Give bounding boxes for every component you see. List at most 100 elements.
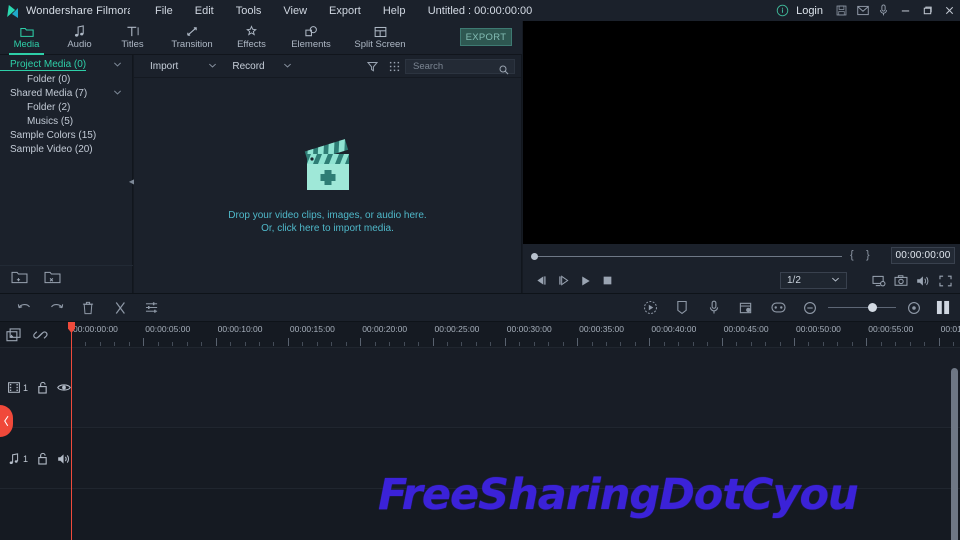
color-match-icon[interactable] [762, 293, 794, 322]
snapshot-icon[interactable] [890, 268, 912, 293]
preview-quality-select[interactable]: 1/2 [780, 272, 847, 289]
menu-export[interactable]: Export [318, 3, 372, 19]
chevron-down-icon[interactable] [113, 60, 122, 72]
chevron-down-icon[interactable] [113, 88, 122, 100]
preview-quality-value: 1/2 [787, 275, 801, 286]
unlock-icon[interactable] [37, 381, 48, 394]
play-icon[interactable] [574, 268, 596, 293]
eye-icon[interactable] [57, 382, 71, 393]
search-icon[interactable] [499, 62, 509, 80]
tab-transition[interactable]: Transition [159, 21, 225, 55]
tree-item-project-media[interactable]: Project Media (0) [0, 58, 132, 72]
tree-item-musics[interactable]: Musics (5) [0, 114, 132, 128]
preview-timecode[interactable]: 00:00:00:00 [891, 247, 955, 264]
tab-media[interactable]: Media [0, 21, 53, 55]
ruler-label: 00:00:50:00 [796, 324, 841, 334]
login-button[interactable]: Login [793, 5, 831, 17]
record-dropdown-chevron-down-icon[interactable] [265, 61, 292, 72]
scrubber-track[interactable] [532, 256, 842, 257]
mark-out-button[interactable]: } [866, 249, 870, 261]
timeline-zoom-slider[interactable] [826, 293, 898, 322]
ruler-minor-tick [230, 342, 231, 346]
record-button[interactable]: Record [217, 61, 264, 72]
funnel-icon[interactable] [361, 55, 383, 78]
ruler-minor-tick [635, 342, 636, 346]
video-preview-canvas[interactable] [523, 21, 960, 244]
tree-item-sample-colors[interactable]: Sample Colors (15) [0, 128, 132, 142]
zoom-fit-icon[interactable] [898, 293, 930, 322]
voiceover-icon[interactable] [698, 293, 730, 322]
timeline-ruler[interactable]: 00:00:00:0000:00:05:0000:00:10:0000:00:1… [71, 322, 960, 348]
ruler-minor-tick [592, 342, 593, 346]
crop-icon[interactable] [730, 293, 762, 322]
delete-folder-icon[interactable] [44, 270, 61, 289]
menu-tools[interactable]: Tools [225, 3, 273, 19]
redo-icon[interactable] [40, 293, 72, 322]
ruler-major-tick [143, 338, 144, 346]
media-dropzone[interactable]: Drop your video clips, images, or audio … [134, 78, 521, 293]
tab-audio-label: Audio [67, 39, 91, 50]
video-track-body[interactable] [71, 348, 960, 427]
menu-help[interactable]: Help [372, 3, 417, 19]
menu-view[interactable]: View [272, 3, 318, 19]
transport-row: 1/2 [523, 268, 960, 293]
mic-icon[interactable] [873, 0, 894, 21]
fullscreen-icon[interactable] [934, 268, 956, 293]
timeline-vertical-scrollbar[interactable] [951, 368, 958, 540]
chevron-down-icon[interactable] [831, 275, 840, 287]
grid-view-icon[interactable] [383, 55, 405, 78]
preview-panel: { } 00:00:00:00 1/2 [523, 21, 960, 293]
ruler-major-tick [722, 338, 723, 346]
zoom-out-icon[interactable] [794, 293, 826, 322]
import-button[interactable]: Import [134, 61, 178, 72]
search-input[interactable] [406, 61, 496, 72]
tab-audio[interactable]: Audio [53, 21, 106, 55]
tab-titles[interactable]: Titles [106, 21, 159, 55]
scrubber-handle[interactable] [531, 253, 538, 260]
video-track-1[interactable]: 1 [0, 348, 960, 428]
speaker-icon[interactable] [57, 453, 71, 465]
mail-icon[interactable] [852, 0, 873, 21]
music-note-icon [73, 25, 86, 38]
delete-icon[interactable] [72, 293, 104, 322]
split-icon[interactable] [104, 293, 136, 322]
new-folder-icon[interactable] [11, 270, 28, 289]
menu-edit[interactable]: Edit [184, 3, 225, 19]
marker-icon[interactable] [666, 293, 698, 322]
link-icon[interactable] [33, 328, 48, 342]
close-button[interactable] [938, 0, 960, 21]
add-track-icon[interactable] [6, 328, 21, 342]
render-preview-icon[interactable] [634, 293, 666, 322]
ruler-minor-tick [765, 342, 766, 346]
timeline-layout-icon[interactable] [930, 293, 956, 322]
export-button[interactable]: EXPORT [460, 28, 512, 46]
minimize-button[interactable] [894, 0, 916, 21]
search-box[interactable] [405, 59, 515, 74]
save-icon[interactable] [831, 0, 852, 21]
ruler-major-tick [360, 338, 361, 346]
menu-file[interactable]: File [144, 3, 184, 19]
timeline-playhead[interactable] [71, 322, 72, 540]
tree-item-folder-0[interactable]: Folder (0) [0, 72, 132, 86]
undo-icon[interactable] [8, 293, 40, 322]
maximize-button[interactable] [916, 0, 938, 21]
tab-effects[interactable]: Effects [225, 21, 278, 55]
info-icon[interactable] [772, 0, 793, 21]
adjust-icon[interactable] [136, 293, 168, 322]
zoom-slider-handle[interactable] [868, 303, 877, 312]
prev-frame-icon[interactable] [530, 268, 552, 293]
tree-item-shared-media[interactable]: Shared Media (7) [0, 86, 132, 100]
next-frame-icon[interactable] [552, 268, 574, 293]
mark-in-button[interactable]: { [850, 249, 854, 261]
import-dropdown-chevron-down-icon[interactable] [178, 61, 217, 72]
stop-icon[interactable] [596, 268, 618, 293]
display-settings-icon[interactable] [868, 268, 890, 293]
tree-item-folder-2[interactable]: Folder (2) [0, 100, 132, 114]
unlock-icon[interactable] [37, 452, 48, 465]
tab-split-screen[interactable]: Split Screen [344, 21, 416, 55]
ruler-minor-tick [85, 342, 86, 346]
ruler-major-tick [866, 338, 867, 346]
tree-item-sample-video[interactable]: Sample Video (20) [0, 142, 132, 156]
tab-elements[interactable]: Elements [278, 21, 344, 55]
volume-icon[interactable] [912, 268, 934, 293]
